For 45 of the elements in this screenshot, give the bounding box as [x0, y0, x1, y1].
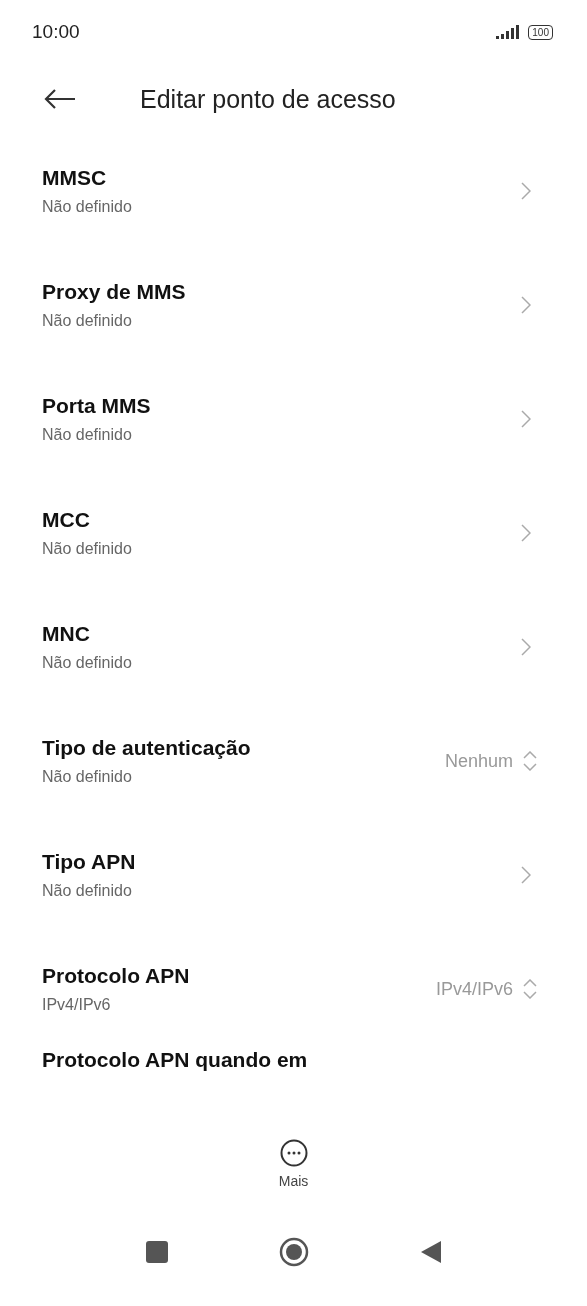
- setting-title: MCC: [42, 508, 91, 532]
- setting-row[interactable]: Protocolo APN quando em: [0, 1046, 587, 1109]
- home-icon[interactable]: [279, 1237, 310, 1267]
- selected-option: IPv4/IPv6: [435, 978, 513, 1000]
- setting-value: Não definido: [42, 768, 133, 786]
- chevron-icon: [521, 296, 531, 314]
- more-button[interactable]: Mais: [274, 1135, 313, 1193]
- setting-title: MNC: [42, 622, 91, 646]
- setting-value: IPv4/IPv6: [42, 996, 112, 1014]
- setting-value: Não definido: [42, 882, 133, 900]
- setting-row[interactable]: MCC Não definido: [0, 476, 587, 590]
- setting-title: Tipo de autenticação: [42, 736, 251, 760]
- chevron-icon: [521, 410, 531, 428]
- setting-row[interactable]: Tipo de autenticação Não definido Nenhum: [0, 704, 587, 818]
- battery-indicator: 100: [528, 24, 553, 40]
- setting-value: Não definido: [42, 654, 132, 672]
- setting-row[interactable]: Tipo APN Não definido: [0, 818, 587, 932]
- chevron-icon: [521, 182, 531, 200]
- setting-title: Tipo APN: [42, 850, 136, 874]
- status-time: 10:00: [32, 21, 80, 43]
- setting-value: Não definido: [42, 426, 133, 444]
- setting-title: Protocolo APN quando em: [42, 1048, 308, 1072]
- setting-title: Proxy de MMS: [42, 280, 186, 304]
- setting-title: MMSC: [42, 166, 108, 190]
- page-title: Editar ponto de acesso: [140, 84, 396, 114]
- setting-value: Não definido: [42, 312, 133, 330]
- back-icon[interactable]: [44, 89, 76, 109]
- setting-row[interactable]: MNC Não definido: [0, 590, 587, 704]
- chevron-icon: [521, 524, 531, 542]
- setting-row[interactable]: MMSC Não definido: [0, 134, 587, 248]
- selected-option: Nenhum: [444, 750, 513, 772]
- setting-row[interactable]: Proxy de MMS Não definido: [0, 248, 587, 362]
- recents-icon[interactable]: [145, 1241, 168, 1263]
- setting-row[interactable]: Protocolo APN IPv4/IPv6 IPv4/IPv6: [0, 932, 587, 1046]
- chevron-icon: [521, 866, 531, 884]
- up-down-icon: [523, 979, 537, 999]
- setting-title: Porta MMS: [42, 394, 151, 418]
- more-icon: [279, 1139, 308, 1167]
- setting-value: Não definido: [42, 540, 132, 558]
- up-down-icon: [523, 751, 537, 771]
- chevron-icon: [521, 638, 531, 656]
- setting-title: Protocolo APN: [42, 964, 190, 988]
- setting-value: Não definido: [42, 198, 132, 216]
- back-nav-icon[interactable]: [421, 1241, 442, 1263]
- setting-row[interactable]: Porta MMS Não definido: [0, 362, 587, 476]
